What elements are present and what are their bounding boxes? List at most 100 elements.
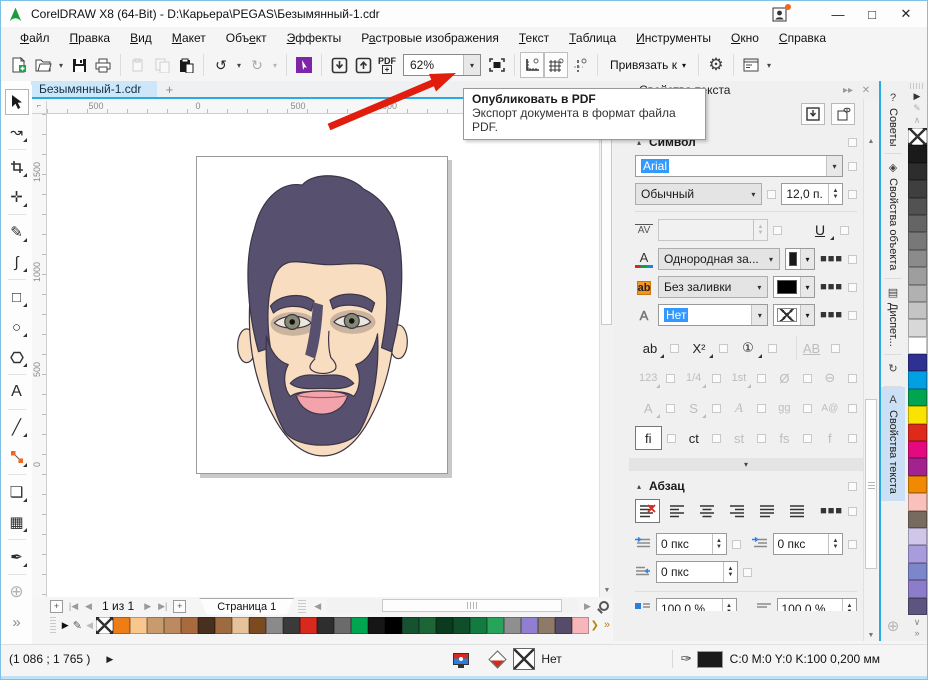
menu-объект[interactable]: Объект [217, 29, 276, 47]
color-proof-icon[interactable] [453, 653, 469, 665]
font-style-checkbox[interactable] [767, 190, 776, 199]
document-color-swatch[interactable] [249, 617, 266, 634]
document-tab[interactable]: Безымянный-1.cdr [31, 81, 157, 97]
palette-color-swatch[interactable] [908, 371, 927, 388]
stylistic-alternates-button[interactable]: A [635, 396, 661, 420]
fill-type-caret[interactable]: ▾ [763, 249, 779, 269]
palette-color-swatch[interactable] [908, 441, 927, 458]
document-color-swatch[interactable] [470, 617, 487, 634]
scroll-down-arrow[interactable]: ▼ [600, 584, 614, 597]
underline-checkbox[interactable] [840, 226, 849, 235]
palette-color-swatch[interactable] [908, 250, 927, 267]
contextual-alternates-button[interactable]: A@ [817, 396, 843, 420]
show-grid-toggle[interactable] [544, 52, 568, 78]
document-color-swatch[interactable] [555, 617, 572, 634]
slashed-zero-button[interactable]: Ø [771, 366, 797, 390]
open-dropdown-caret[interactable]: ▾ [55, 61, 67, 70]
options-gear-button[interactable]: ⚙ [704, 52, 728, 78]
document-color-swatch[interactable] [113, 617, 130, 634]
long-s-button[interactable]: f [817, 426, 843, 450]
menu-справка[interactable]: Справка [770, 29, 835, 47]
zoom-pan-tool[interactable]: ✛ [5, 184, 29, 210]
palette-edit-icon[interactable]: ✎ [71, 619, 83, 632]
annotation-button[interactable]: ⊖ [817, 366, 843, 390]
rectangle-tool[interactable]: □ [5, 284, 29, 310]
canvas-vertical-scrollbar[interactable]: ▲ ▼ [599, 101, 613, 597]
document-color-swatch[interactable] [317, 617, 334, 634]
contextual-ligatures-button[interactable]: fs [771, 426, 797, 450]
hscroll-left-arrow[interactable]: ◀ [310, 598, 325, 614]
document-color-swatch[interactable] [164, 617, 181, 634]
add-docker-button[interactable]: ⊕ [881, 610, 905, 641]
paragraph-section-header[interactable]: ▴ Абзац [637, 479, 857, 493]
font-style-combobox[interactable]: Обычный ▾ [635, 183, 762, 205]
paste-button[interactable] [174, 52, 198, 78]
palette-color-swatch[interactable] [908, 389, 927, 406]
palette-color-swatch[interactable] [908, 337, 927, 354]
document-color-none[interactable] [96, 617, 113, 634]
canvas-horizontal-scrollbar[interactable] [327, 599, 578, 613]
palette-color-swatch[interactable] [908, 180, 927, 197]
line-spacing-spinner[interactable]: 100,0 %▲▼ [656, 598, 737, 611]
font-size-arrows[interactable]: ▲▼ [828, 184, 842, 204]
ordinal-button[interactable]: 1st [726, 366, 752, 390]
prev-page-button[interactable]: ◀ [81, 598, 96, 614]
fraction-button[interactable]: 1/4 [680, 366, 706, 390]
kerning-checkbox[interactable] [773, 226, 782, 235]
vertical-ruler[interactable]: 150010005000 [32, 114, 47, 597]
hscroll-right-arrow[interactable]: ▶ [580, 598, 595, 614]
search-content-button[interactable] [292, 52, 316, 78]
word-spacing-spinner[interactable]: 100,0 %▲▼ [777, 598, 858, 611]
menu-вид[interactable]: Вид [121, 29, 161, 47]
dialogs-dropdown-caret[interactable]: ▾ [763, 61, 775, 70]
first-line-indent-spinner[interactable]: 0 пкс▲▼ [656, 533, 727, 555]
font-size-spinner[interactable]: 12,0 п. ▲▼ [781, 183, 843, 205]
section-collapse-bar[interactable]: ▾ [629, 458, 863, 471]
import-button[interactable] [327, 52, 351, 78]
docker-tab-transform[interactable]: ↻ [881, 355, 905, 386]
add-page-button-left[interactable]: + [50, 600, 63, 613]
document-color-swatch[interactable] [504, 617, 521, 634]
minimize-button[interactable]: — [823, 4, 853, 24]
small-caps-button[interactable]: gg [771, 396, 797, 420]
last-page-button[interactable]: ▶| [155, 598, 170, 614]
outline-width-combobox[interactable]: Нет ▾ [658, 304, 768, 326]
maximize-button[interactable]: □ [857, 4, 887, 24]
parallel-dimension-tool[interactable]: ╱ [5, 414, 29, 440]
font-style-caret[interactable]: ▾ [745, 184, 761, 204]
swash-button[interactable]: S [680, 396, 706, 420]
shape-tool[interactable]: ↝ [5, 119, 29, 145]
background-fill-caret[interactable]: ▾ [751, 277, 767, 297]
palette-color-swatch[interactable] [908, 458, 927, 475]
palette-flyout-icon[interactable]: ▶ [59, 620, 71, 631]
document-color-swatch[interactable] [572, 617, 589, 634]
standard-ligatures-button[interactable]: fi [635, 426, 662, 450]
show-properties-button[interactable] [831, 103, 855, 125]
menu-правка[interactable]: Правка [61, 29, 120, 47]
background-color-picker[interactable]: ▾ [773, 276, 815, 298]
document-page[interactable] [196, 156, 448, 474]
add-page-button-right[interactable]: + [173, 600, 186, 613]
artistic-media-tool[interactable]: ∫ [5, 249, 29, 275]
no-alignment-button[interactable] [635, 499, 660, 523]
eyedropper-tool[interactable]: ✒ [5, 544, 29, 570]
docker-tab-tips[interactable]: ? Советы [881, 85, 905, 153]
page-tab[interactable]: Страница 1 [199, 598, 294, 615]
show-guidelines-toggle[interactable] [568, 52, 592, 78]
right-indent-checkbox[interactable] [848, 540, 857, 549]
dialogs-button[interactable] [739, 52, 763, 78]
palette-scroll-up-icon[interactable]: ∧ [914, 115, 921, 125]
interactive-fill-tool[interactable]: ⊕ [5, 579, 29, 605]
palette-flyout-arrow-icon[interactable]: ▶ [914, 91, 921, 101]
menu-инструменты[interactable]: Инструменты [627, 29, 720, 47]
color-palette-grip[interactable] [910, 83, 924, 89]
document-color-swatch[interactable] [487, 617, 504, 634]
fill-type-combobox[interactable]: Однородная за... ▾ [658, 248, 780, 270]
background-color-caret[interactable]: ▾ [800, 277, 814, 297]
cut-button[interactable] [126, 52, 150, 78]
palette-color-swatch[interactable] [908, 163, 927, 180]
face-illustration[interactable] [197, 157, 447, 473]
palette-scroll-down-icon[interactable]: ∨ [914, 617, 921, 628]
fullscreen-preview-button[interactable] [485, 52, 509, 78]
docker-float-icon[interactable]: ▸▸ [839, 85, 857, 96]
